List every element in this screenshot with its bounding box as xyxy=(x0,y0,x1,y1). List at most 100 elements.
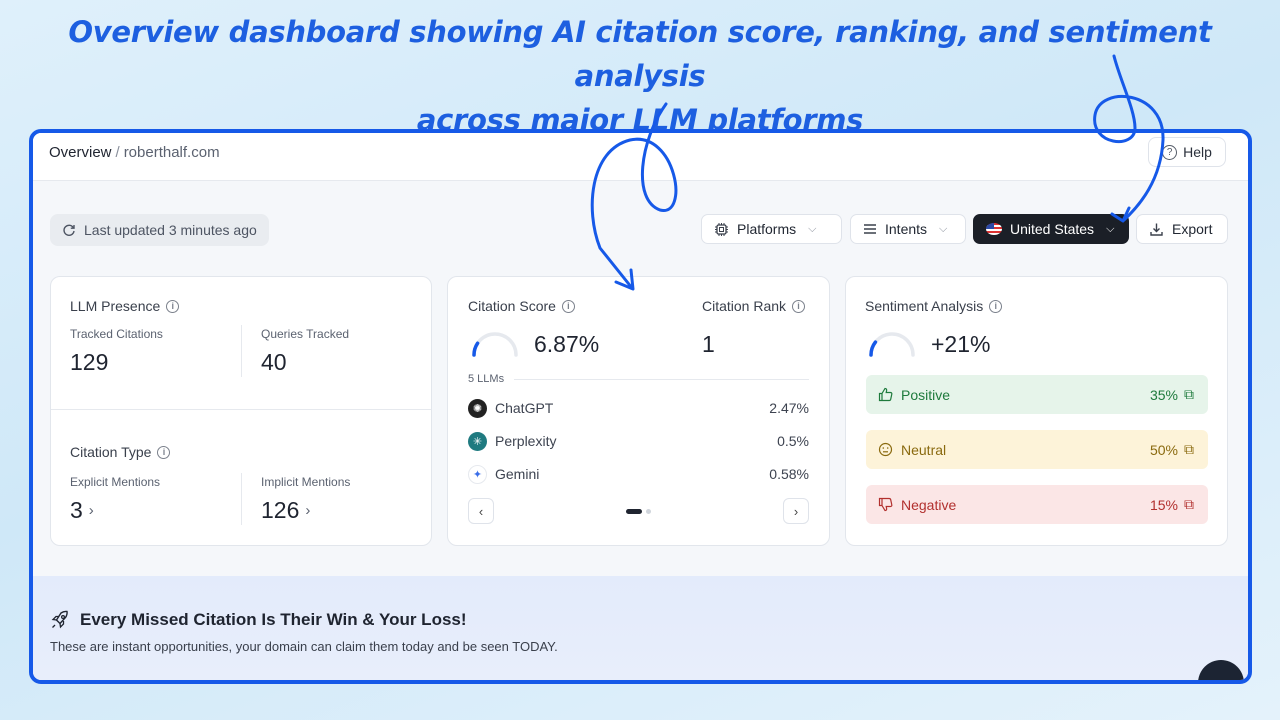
carousel-dots xyxy=(626,509,651,514)
help-label: Help xyxy=(1183,144,1212,160)
llm-row-gemini: ✦ Gemini 0.58% xyxy=(468,463,809,485)
chevron-right-icon: › xyxy=(88,502,94,519)
thumbs-up-icon xyxy=(878,387,893,402)
sentiment-neutral-value: 50% xyxy=(1149,441,1178,458)
thumbs-down-icon xyxy=(878,497,893,512)
llm-name: ChatGPT xyxy=(495,400,554,416)
queries-tracked-label: Queries Tracked xyxy=(261,327,350,341)
tracked-citations-label: Tracked Citations xyxy=(70,327,163,341)
sentiment-negative-label: Negative xyxy=(901,496,957,513)
llm-presence-title: LLM Presence i xyxy=(70,298,180,314)
chevron-down-icon: ⌵ xyxy=(1106,222,1115,235)
citation-type-title-text: Citation Type xyxy=(70,444,152,460)
tracked-citations-value: 129 xyxy=(70,349,109,375)
list-icon xyxy=(864,224,876,234)
citation-rank-title-text: Citation Rank xyxy=(702,298,787,314)
sentiment-gauge xyxy=(869,332,915,357)
sentiment-positive-row[interactable]: Positive 35% ⧉ xyxy=(866,375,1208,414)
llm-row-chatgpt: ✺ ChatGPT 2.47% xyxy=(468,397,809,419)
citation-score-value: 6.87% xyxy=(534,331,600,357)
carousel-prev-button[interactable]: ‹ xyxy=(468,498,494,524)
sentiment-positive-value: 35% xyxy=(1149,386,1178,403)
info-icon[interactable]: i xyxy=(561,299,575,313)
chevron-right-icon: › xyxy=(305,502,311,519)
export-label: Export xyxy=(1172,221,1213,237)
chevron-right-icon: › xyxy=(793,503,799,519)
breadcrumb-separator: / xyxy=(115,144,120,161)
sentiment-title: Sentiment Analysis i xyxy=(865,298,1003,314)
info-icon[interactable]: i xyxy=(989,299,1003,313)
citation-rank-value: 1 xyxy=(702,331,715,357)
export-button[interactable]: Export xyxy=(1136,214,1228,244)
llm-count-label: 5 LLMs xyxy=(468,373,505,385)
explicit-mentions-link[interactable]: 3 › xyxy=(70,497,94,524)
sentiment-negative-row[interactable]: Negative 15% ⧉ xyxy=(866,485,1208,524)
country-dropdown[interactable]: United States ⌵ xyxy=(973,214,1129,244)
last-updated-text: Last updated 3 minutes ago xyxy=(84,222,257,238)
external-link-icon[interactable]: ⧉ xyxy=(1184,496,1194,513)
carousel-next-button[interactable]: › xyxy=(783,498,809,524)
intents-label: Intents xyxy=(885,221,928,237)
chat-launcher-button[interactable] xyxy=(1198,660,1244,680)
citation-score-card: Citation Score i Citation Rank i 6.87% 1… xyxy=(447,276,830,546)
llm-presence-title-text: LLM Presence xyxy=(70,298,161,314)
citation-rank-title: Citation Rank i xyxy=(702,298,806,314)
queries-tracked-value: 40 xyxy=(261,349,287,375)
help-icon: ? xyxy=(1162,144,1178,160)
implicit-mentions-value: 126 xyxy=(261,497,300,523)
carousel-dot-active[interactable] xyxy=(626,509,642,514)
llm-presence-card: LLM Presence i Tracked Citations 129 Que… xyxy=(50,276,432,546)
help-button[interactable]: ? Help xyxy=(1148,137,1226,167)
banner-subtitle: These are instant opportunities, your do… xyxy=(50,639,558,654)
info-icon[interactable]: i xyxy=(166,299,180,313)
banner-title: Every Missed Citation Is Their Win & You… xyxy=(50,610,467,630)
sentiment-gauge-fill xyxy=(869,340,878,357)
us-flag-icon xyxy=(986,223,1002,235)
info-icon[interactable]: i xyxy=(157,445,171,459)
chevron-down-icon: ⌵ xyxy=(808,222,817,235)
sentiment-neutral-row[interactable]: Neutral 50% ⧉ xyxy=(866,430,1208,469)
headline: Overview dashboard showing AI citation s… xyxy=(0,10,1280,142)
rocket-icon xyxy=(51,610,68,629)
divider xyxy=(51,409,431,410)
breadcrumb-overview[interactable]: Overview xyxy=(49,144,112,161)
external-link-icon[interactable]: ⧉ xyxy=(1184,441,1194,458)
divider xyxy=(514,379,809,380)
llm-value: 0.58% xyxy=(769,466,809,482)
divider xyxy=(241,473,242,525)
breadcrumb-domain: roberthalf.com xyxy=(123,144,220,161)
top-bar: Overview / roberthalf.com ? Help xyxy=(33,133,1248,181)
sentiment-analysis-card: Sentiment Analysis i +21% Positive 35% ⧉ … xyxy=(845,276,1228,546)
last-updated-badge: Last updated 3 minutes ago xyxy=(50,214,269,246)
llm-name: Gemini xyxy=(495,466,540,482)
implicit-mentions-link[interactable]: 126 › xyxy=(261,497,310,524)
breadcrumb: Overview / roberthalf.com xyxy=(49,144,220,161)
neutral-face-icon xyxy=(878,442,893,457)
citation-score-title: Citation Score i xyxy=(468,298,575,314)
external-link-icon[interactable]: ⧉ xyxy=(1184,386,1194,403)
llm-name: Perplexity xyxy=(495,433,557,449)
platforms-dropdown[interactable]: Platforms ⌵ xyxy=(701,214,842,244)
carousel-dot[interactable] xyxy=(646,509,651,514)
chatgpt-logo-icon: ✺ xyxy=(468,398,487,418)
intents-dropdown[interactable]: Intents ⌵ xyxy=(850,214,966,244)
refresh-icon xyxy=(63,224,75,236)
llm-value: 2.47% xyxy=(769,400,809,416)
info-icon[interactable]: i xyxy=(792,299,806,313)
gemini-logo-icon: ✦ xyxy=(468,464,487,484)
citation-score-title-text: Citation Score xyxy=(468,298,556,314)
sentiment-negative-value: 15% xyxy=(1149,496,1178,513)
llm-row-perplexity: ✳ Perplexity 0.5% xyxy=(468,430,809,452)
platforms-label: Platforms xyxy=(737,221,797,237)
app-window: Overview / roberthalf.com ? Help Last upda… xyxy=(29,129,1252,684)
sentiment-title-text: Sentiment Analysis xyxy=(865,298,984,314)
llm-value: 0.5% xyxy=(777,433,809,449)
sentiment-value: +21% xyxy=(931,331,991,357)
explicit-mentions-value: 3 xyxy=(70,497,83,523)
perplexity-logo-icon: ✳ xyxy=(468,431,487,451)
country-label: United States xyxy=(1010,221,1095,237)
implicit-mentions-label: Implicit Mentions xyxy=(261,475,351,489)
headline-line-1: Overview dashboard showing AI citation s… xyxy=(68,15,1212,93)
explicit-mentions-label: Explicit Mentions xyxy=(70,475,161,489)
sentiment-neutral-label: Neutral xyxy=(901,441,947,458)
